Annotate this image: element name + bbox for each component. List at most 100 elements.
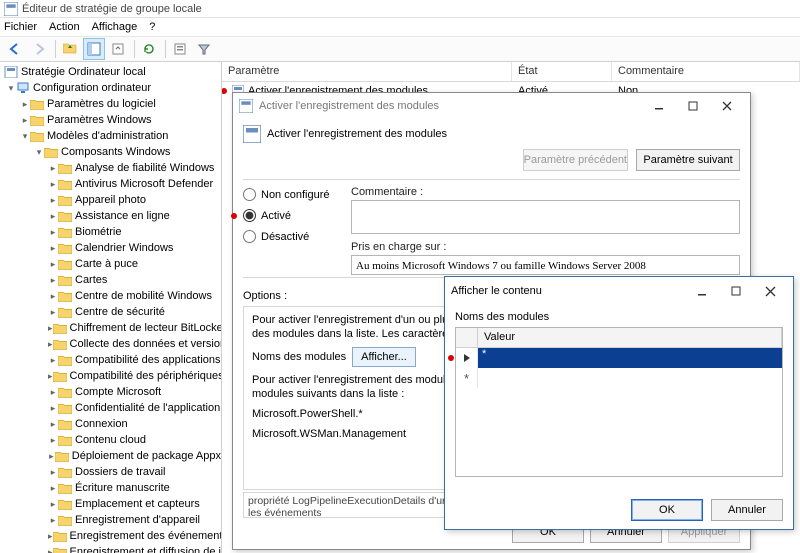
row-indicator-icon <box>463 353 471 363</box>
menu-view[interactable]: Affichage <box>92 21 138 33</box>
tree-item[interactable]: ▸Compatibilité des applications <box>2 352 221 368</box>
radio-notconfigured[interactable]: Non configuré <box>243 188 351 201</box>
tree-soft[interactable]: Paramètres du logiciel <box>47 98 156 110</box>
expander-icon[interactable]: ▸ <box>48 403 58 414</box>
menu-file[interactable]: Fichier <box>4 21 37 33</box>
tree-item[interactable]: ▸Connexion <box>2 416 221 432</box>
expander-icon[interactable]: ▸ <box>48 355 58 366</box>
tree-item[interactable]: ▸Dossiers de travail <box>2 464 221 480</box>
filter-button[interactable] <box>193 38 215 60</box>
tree-item[interactable]: ▸Enregistrement et diffusion de jeux W <box>2 544 221 553</box>
col-value[interactable]: Valeur <box>478 328 782 347</box>
grid-row[interactable]: * <box>456 348 782 368</box>
tree-item[interactable]: ▸Cartes <box>2 272 221 288</box>
expander-icon[interactable]: ▾ <box>6 83 16 94</box>
col-param[interactable]: Paramètre <box>222 62 512 81</box>
tree-item[interactable]: ▸Chiffrement de lecteur BitLocker <box>2 320 221 336</box>
tree-root[interactable]: Stratégie Ordinateur local <box>21 66 146 78</box>
close-button[interactable] <box>753 280 787 302</box>
col-state[interactable]: État <box>512 62 612 81</box>
forward-button[interactable] <box>28 38 50 60</box>
expander-icon[interactable]: ▸ <box>20 115 30 126</box>
expander-icon[interactable]: ▸ <box>48 467 58 478</box>
expander-icon[interactable]: ▸ <box>48 387 58 398</box>
expander-icon[interactable]: ▸ <box>48 291 58 302</box>
expander-icon[interactable]: ▸ <box>48 483 58 494</box>
tree-item[interactable]: ▸Compte Microsoft <box>2 384 221 400</box>
nav-tree[interactable]: Stratégie Ordinateur local ▾ Configuratio… <box>0 62 222 553</box>
folder-icon <box>53 322 67 334</box>
tree-item[interactable]: ▸Assistance en ligne <box>2 208 221 224</box>
folder-icon <box>58 290 72 302</box>
comment-textarea[interactable] <box>351 200 740 234</box>
tree-admin[interactable]: Modèles d'administration <box>47 130 168 142</box>
minimize-button[interactable] <box>642 95 676 117</box>
col-comment[interactable]: Commentaire <box>612 62 800 81</box>
tree-item[interactable]: ▸Contenu cloud <box>2 432 221 448</box>
prev-setting-button[interactable]: Paramètre précédent <box>523 149 628 171</box>
refresh-button[interactable] <box>138 38 160 60</box>
maximize-button[interactable] <box>676 95 710 117</box>
radio-enabled[interactable]: Activé <box>243 209 351 222</box>
expander-icon[interactable]: ▸ <box>48 195 58 206</box>
next-setting-button[interactable]: Paramètre suivant <box>636 149 740 171</box>
toggle-tree-button[interactable] <box>83 38 105 60</box>
tree-item[interactable]: ▸Déploiement de package Appx <box>2 448 221 464</box>
expander-icon[interactable]: ▸ <box>48 419 58 430</box>
expander-icon[interactable]: ▸ <box>48 227 58 238</box>
menu-action[interactable]: Action <box>49 21 80 33</box>
cancel-button[interactable]: Annuler <box>711 499 783 521</box>
separator <box>243 179 740 180</box>
grid-row-new[interactable]: * <box>456 368 782 388</box>
export-button[interactable] <box>107 38 129 60</box>
tree-item[interactable]: ▸Appareil photo <box>2 192 221 208</box>
properties-button[interactable] <box>169 38 191 60</box>
expander-icon[interactable]: ▸ <box>48 499 58 510</box>
folder-icon <box>58 258 72 270</box>
expander-icon[interactable]: ▾ <box>20 131 30 142</box>
maximize-button[interactable] <box>719 280 753 302</box>
menu-help[interactable]: ? <box>149 21 155 33</box>
ok-button[interactable]: OK <box>631 499 703 521</box>
expander-icon[interactable]: ▸ <box>48 259 58 270</box>
tree-item[interactable]: ▸Centre de sécurité <box>2 304 221 320</box>
show-button[interactable]: Afficher... <box>352 347 416 367</box>
back-button[interactable] <box>4 38 26 60</box>
tree-item[interactable]: ▸Carte à puce <box>2 256 221 272</box>
expander-icon[interactable]: ▸ <box>48 515 58 526</box>
tree-item[interactable]: ▸Analyse de fiabilité Windows <box>2 160 221 176</box>
expander-icon[interactable]: ▸ <box>48 163 58 174</box>
tree-win[interactable]: Paramètres Windows <box>47 114 152 126</box>
expander-icon[interactable]: ▸ <box>48 179 58 190</box>
dialog-titlebar[interactable]: Afficher le contenu <box>445 277 793 305</box>
dialog-titlebar[interactable]: Activer l'enregistrement des modules <box>233 93 750 119</box>
tree-item[interactable]: ▸Collecte des données et versions d'éva <box>2 336 221 352</box>
tree-config[interactable]: Configuration ordinateur <box>33 82 151 94</box>
tree-comp[interactable]: Composants Windows <box>61 146 170 158</box>
close-button[interactable] <box>710 95 744 117</box>
tree-item[interactable]: ▸Calendrier Windows <box>2 240 221 256</box>
values-grid[interactable]: Valeur * * <box>455 327 783 477</box>
expander-icon[interactable]: ▸ <box>48 435 58 446</box>
up-button[interactable] <box>59 38 81 60</box>
properties-icon <box>173 42 187 56</box>
tree-item[interactable]: ▸Compatibilité des périphériques et de <box>2 368 221 384</box>
tree-item[interactable]: ▸Emplacement et capteurs <box>2 496 221 512</box>
cell-value[interactable]: * <box>478 348 486 360</box>
expander-icon[interactable]: ▸ <box>48 243 58 254</box>
tree-item[interactable]: ▸Enregistrement des événements <box>2 528 221 544</box>
expander-icon[interactable]: ▾ <box>34 147 44 158</box>
expander-icon[interactable]: ▸ <box>20 99 30 110</box>
expander-icon[interactable]: ▸ <box>48 211 58 222</box>
tree-item[interactable]: ▸Biométrie <box>2 224 221 240</box>
expander-icon[interactable]: ▸ <box>48 451 55 462</box>
tree-item[interactable]: ▸Centre de mobilité Windows <box>2 288 221 304</box>
tree-item[interactable]: ▸Enregistrement d'appareil <box>2 512 221 528</box>
expander-icon[interactable]: ▸ <box>48 307 58 318</box>
expander-icon[interactable]: ▸ <box>48 275 58 286</box>
radio-disabled[interactable]: Désactivé <box>243 230 351 243</box>
tree-item[interactable]: ▸Écriture manuscrite <box>2 480 221 496</box>
minimize-button[interactable] <box>685 280 719 302</box>
tree-item[interactable]: ▸Antivirus Microsoft Defender <box>2 176 221 192</box>
tree-item[interactable]: ▸Confidentialité de l'application <box>2 400 221 416</box>
